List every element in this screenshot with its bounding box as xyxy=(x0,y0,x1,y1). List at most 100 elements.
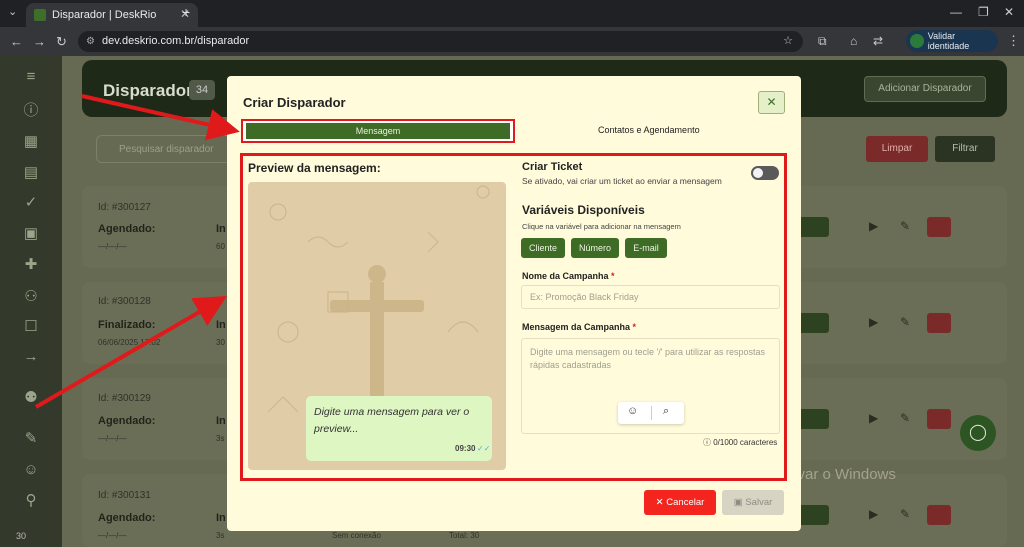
modal-close-button[interactable]: ✕ xyxy=(758,91,785,114)
edit-icon[interactable]: ✎ xyxy=(900,411,910,425)
browser-menu-icon[interactable]: ⋮ xyxy=(1007,33,1020,49)
translate-icon[interactable]: ⇄ xyxy=(873,34,883,48)
cancel-button[interactable]: ✕ Cancelar xyxy=(644,490,716,515)
bookmark-star-icon[interactable]: ☆ xyxy=(783,31,793,52)
card-info: In xyxy=(216,415,226,427)
chat-fab-button[interactable]: ◯ xyxy=(960,415,996,451)
emoji-icon[interactable]: ☺ xyxy=(627,405,638,417)
connection-status: Sem conexão xyxy=(332,531,381,540)
card-id: Id: #300129 xyxy=(98,393,151,404)
play-icon[interactable]: ▶ xyxy=(869,219,878,233)
menu-icon[interactable]: ≡ xyxy=(22,68,40,86)
address-toolbar: ← → ↻ ⚙ dev.deskrio.com.br/disparador ☆ … xyxy=(0,27,1024,56)
add-disparador-button[interactable]: Adicionar Disparador xyxy=(864,76,986,102)
tab-contacts-scheduling[interactable]: Contatos e Agendamento xyxy=(598,125,700,135)
arrow-right-icon[interactable]: → xyxy=(22,348,40,366)
connections-icon[interactable]: ⚇ xyxy=(22,288,40,306)
clear-button[interactable]: Limpar xyxy=(866,136,928,162)
filter-button[interactable]: Filtrar xyxy=(935,136,995,162)
tab-search-icon[interactable]: ⌄ xyxy=(8,5,17,18)
card-date: —/—/— xyxy=(98,242,127,251)
extensions-icon[interactable]: ⧉ xyxy=(818,34,827,49)
sidebar: ≡ ⓘ ▦ ▤ ✓ ▣ ✚ ⚇ ☐ → ⚉ ✎ ☺ ⚲ 30 xyxy=(0,56,62,547)
card-id: Id: #300131 xyxy=(98,490,151,501)
campaign-name-label: Nome da Campanha * xyxy=(522,271,615,281)
view-button[interactable] xyxy=(797,505,829,525)
view-button[interactable] xyxy=(797,217,829,237)
card-date: —/—/— xyxy=(98,434,127,443)
edit-icon[interactable]: ✎ xyxy=(900,219,910,233)
close-icon: ✕ xyxy=(655,497,664,508)
validate-identity-button[interactable]: Validar identidade xyxy=(906,30,998,52)
message-toolbar: ☺ ⌕ xyxy=(618,402,684,424)
card-total: Total: 30 xyxy=(449,531,480,540)
card-info2: 3s xyxy=(216,531,225,540)
attachment-icon[interactable]: ⌕ xyxy=(663,405,669,418)
card-info: In xyxy=(216,223,226,235)
calendar-icon[interactable]: ▤ xyxy=(22,164,40,182)
view-button[interactable] xyxy=(797,313,829,333)
browser-tab[interactable]: Disparador | DeskRio ✕ xyxy=(26,3,198,27)
save-icon: ▣ xyxy=(733,497,743,508)
bot-icon[interactable]: ☺ xyxy=(22,461,40,479)
card-id: Id: #300128 xyxy=(98,296,151,307)
delete-button[interactable] xyxy=(927,313,951,333)
dashboard-icon[interactable]: ▦ xyxy=(22,133,40,151)
view-button[interactable] xyxy=(797,409,829,429)
delete-button[interactable] xyxy=(927,505,951,525)
variables-title: Variáveis Disponíveis xyxy=(522,203,645,217)
favicon-icon xyxy=(34,9,46,21)
schedule-icon[interactable]: ▣ xyxy=(22,225,40,243)
variable-numero-button[interactable]: Número xyxy=(571,238,619,258)
delete-button[interactable] xyxy=(927,217,951,237)
card-info: In xyxy=(216,319,226,331)
users-icon[interactable]: ⚉ xyxy=(22,389,40,407)
back-icon[interactable]: ← xyxy=(10,34,23,49)
edit-icon[interactable]: ✎ xyxy=(22,430,40,448)
campaign-message-label-text: Mensagem da Campanha xyxy=(522,322,631,332)
card-status: Agendado: xyxy=(98,415,156,427)
new-tab-icon[interactable]: + xyxy=(182,4,190,20)
preview-title: Preview da mensagem: xyxy=(248,161,381,175)
minimize-icon[interactable]: — xyxy=(950,5,962,19)
card-date: —/—/— xyxy=(98,531,127,540)
window-close-icon[interactable]: ✕ xyxy=(1004,5,1014,19)
save-button[interactable]: ▣ Salvar xyxy=(722,490,784,515)
address-bar[interactable]: ⚙ dev.deskrio.com.br/disparador ☆ xyxy=(78,31,803,52)
edit-icon[interactable]: ✎ xyxy=(900,507,910,521)
shield-icon xyxy=(910,34,924,48)
play-icon[interactable]: ▶ xyxy=(869,411,878,425)
variable-email-button[interactable]: E-mail xyxy=(625,238,667,258)
toggle-knob xyxy=(753,168,763,178)
card-id: Id: #300127 xyxy=(98,202,151,213)
preview-time: 09:30 xyxy=(455,444,476,453)
variables-description: Clique na variável para adicionar na men… xyxy=(522,222,681,231)
close-icon: ✕ xyxy=(766,95,777,109)
profile-menu-icon[interactable]: ⌂ xyxy=(850,34,857,48)
info-icon: ⓘ xyxy=(703,438,711,447)
variable-cliente-button[interactable]: Cliente xyxy=(521,238,565,258)
info-icon[interactable]: ⓘ xyxy=(22,102,40,120)
search-input[interactable]: Pesquisar disparador xyxy=(96,135,236,163)
chat-add-icon[interactable]: ✚ xyxy=(22,256,40,274)
edit-icon[interactable]: ✎ xyxy=(900,315,910,329)
tab-message[interactable]: Mensagem xyxy=(241,119,515,143)
integrations-icon[interactable]: ⚲ xyxy=(22,492,40,510)
card-status: Agendado: xyxy=(98,512,156,524)
tab-message-label: Mensagem xyxy=(246,123,510,139)
site-info-icon[interactable]: ⚙ xyxy=(86,31,95,52)
forward-icon[interactable]: → xyxy=(33,34,46,49)
save-label: Salvar xyxy=(745,497,773,508)
create-ticket-toggle[interactable] xyxy=(751,166,779,180)
restore-icon[interactable]: ❐ xyxy=(978,5,989,19)
chat-icon[interactable]: ☐ xyxy=(22,318,40,336)
campaign-name-input[interactable]: Ex: Promoção Black Friday xyxy=(521,285,780,309)
create-disparador-modal: Criar Disparador ✕ Mensagem Contatos e A… xyxy=(227,76,801,531)
delete-button[interactable] xyxy=(927,409,951,429)
play-icon[interactable]: ▶ xyxy=(869,315,878,329)
reload-icon[interactable]: ↻ xyxy=(56,34,67,50)
check-icon[interactable]: ✓ xyxy=(22,194,40,212)
create-ticket-description: Se ativado, vai criar um ticket ao envia… xyxy=(522,176,722,186)
play-icon[interactable]: ▶ xyxy=(869,507,878,521)
cancel-label: Cancelar xyxy=(666,497,705,508)
